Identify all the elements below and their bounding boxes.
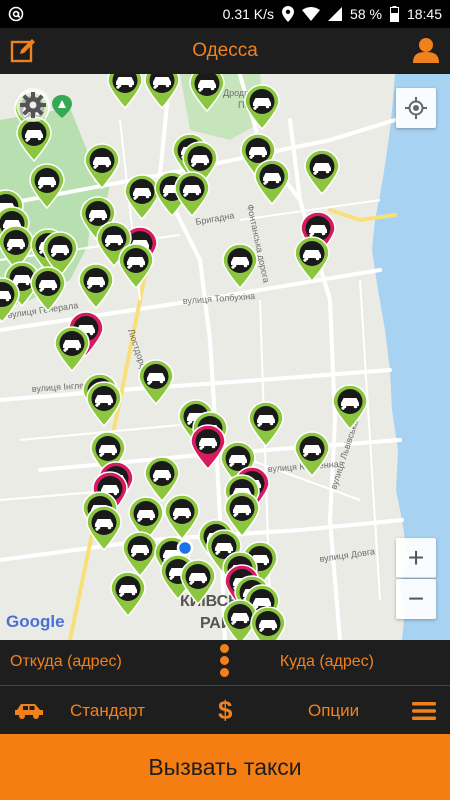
- my-location-button[interactable]: [396, 88, 436, 128]
- payment-button[interactable]: $: [218, 695, 232, 726]
- taxi-marker[interactable]: [110, 571, 146, 618]
- taxi-marker[interactable]: [107, 74, 143, 110]
- zoom-out-button[interactable]: −: [396, 579, 436, 619]
- menu-icon[interactable]: [412, 701, 436, 726]
- taxi-marker[interactable]: [54, 326, 90, 373]
- battery-percent: 58 %: [350, 6, 382, 22]
- taxi-marker[interactable]: [248, 401, 284, 448]
- taxi-marker[interactable]: [138, 359, 174, 406]
- car-icon[interactable]: [14, 701, 44, 724]
- battery-icon: [389, 6, 399, 22]
- zoom-in-button[interactable]: +: [396, 538, 436, 578]
- taxi-marker[interactable]: [118, 243, 154, 290]
- taxi-marker[interactable]: [304, 149, 340, 196]
- from-address-field[interactable]: Откуда (адрес): [10, 653, 122, 671]
- map-view[interactable]: Дродромк Перем вулиця Толбухіна Бригадна…: [0, 74, 450, 640]
- taxi-marker[interactable]: [164, 494, 200, 541]
- address-bar: Откуда (адрес) Куда (адрес): [0, 640, 450, 686]
- city-title[interactable]: Одесса: [192, 40, 258, 62]
- taxi-marker[interactable]: [250, 606, 286, 640]
- taxi-marker[interactable]: [78, 263, 114, 310]
- google-logo: Google: [6, 612, 65, 631]
- taxi-marker[interactable]: [222, 243, 258, 290]
- network-speed: 0.31 K/s: [222, 6, 275, 22]
- user-location-dot: [176, 539, 194, 557]
- taxi-marker[interactable]: [122, 531, 158, 578]
- tariff-selector[interactable]: Стандарт: [70, 701, 145, 721]
- edit-icon[interactable]: [10, 38, 36, 69]
- to-address-field[interactable]: Куда (адрес): [280, 653, 374, 671]
- location-icon: [282, 6, 295, 22]
- call-taxi-label: Вызвать такси: [148, 753, 302, 780]
- taxi-marker[interactable]: [144, 456, 180, 503]
- map-label: вулиця Довга: [319, 546, 376, 564]
- at-icon: [8, 6, 24, 22]
- options-bar: Стандарт $ Опции: [0, 687, 450, 734]
- wifi-icon: [302, 7, 321, 21]
- map-label: вулиця Толбухіна: [182, 291, 255, 306]
- busy-taxi-marker[interactable]: [190, 424, 226, 471]
- user-profile-icon[interactable]: [412, 37, 440, 68]
- clock: 18:45: [406, 6, 442, 22]
- taxi-marker[interactable]: [254, 159, 290, 206]
- taxi-marker[interactable]: [332, 384, 368, 431]
- zoom-in-label: +: [407, 541, 425, 573]
- map-label: Бригадна: [195, 210, 235, 227]
- status-bar: 0.31 K/s 58 % 18:45: [0, 0, 450, 28]
- crosshair-icon: [405, 97, 427, 119]
- taxi-marker[interactable]: [174, 171, 210, 218]
- zoom-out-label: −: [407, 583, 425, 614]
- call-taxi-button[interactable]: Вызвать такси: [0, 734, 450, 800]
- route-dots-icon: [220, 644, 229, 677]
- app-bar: Одесса: [0, 28, 450, 74]
- taxi-marker[interactable]: [144, 74, 180, 110]
- options-button[interactable]: Опции: [308, 701, 359, 721]
- signal-icon: [328, 7, 343, 21]
- map-settings-icon[interactable]: [16, 88, 50, 122]
